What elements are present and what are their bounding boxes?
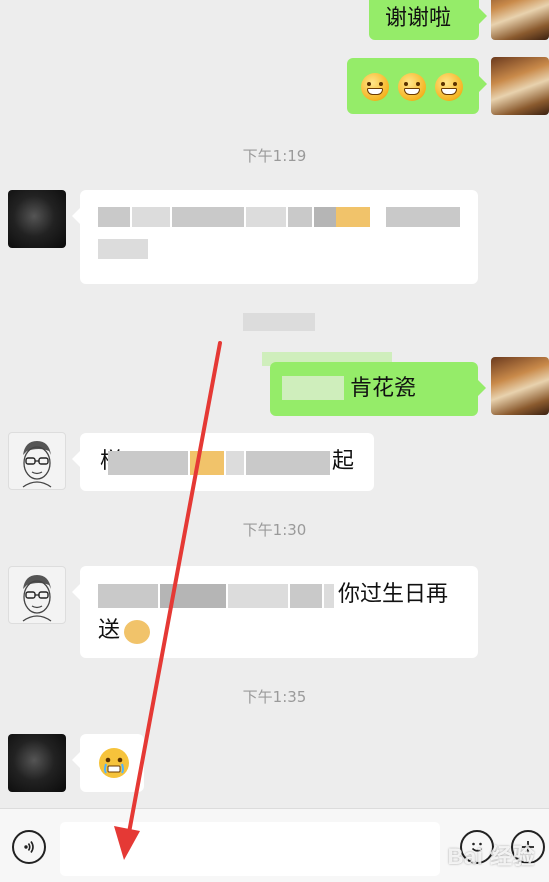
watermark: Bai 经验 — [447, 844, 535, 869]
redacted-text — [324, 584, 334, 608]
message-text: 你过生日再 — [338, 582, 449, 607]
message-bubble-incoming[interactable]: 样 起 — [72, 433, 374, 491]
redacted-text — [160, 584, 226, 608]
avatar[interactable] — [491, 357, 549, 415]
message-text: 谢谢啦 — [385, 6, 452, 31]
crying-face-icon — [99, 748, 129, 778]
redacted-text — [282, 376, 344, 400]
chat-screen: 谢谢啦 下午1:19 肯花瓷 起 下午1:30 你过生日再 送 下午1:35 B… — [0, 0, 549, 882]
input-bar: Bai 经验 — [0, 808, 549, 882]
avatar[interactable] — [8, 190, 66, 248]
redacted-text — [98, 207, 130, 227]
message-text: 起 — [332, 449, 355, 474]
message-text: 肯花瓷 — [350, 376, 417, 401]
grinning-face-icon — [398, 73, 426, 101]
message-text: 送 — [98, 618, 121, 643]
timestamp: 下午1:19 — [242, 147, 307, 165]
redacted-text — [246, 451, 330, 475]
redacted-text — [98, 239, 148, 259]
message-bubble-incoming[interactable] — [72, 190, 478, 284]
face-sketch-icon — [22, 441, 52, 488]
message-input[interactable] — [60, 822, 440, 876]
message-bubble-outgoing[interactable] — [347, 58, 487, 114]
redacted-text — [108, 451, 188, 475]
redacted-text — [226, 451, 244, 475]
grinning-face-icon — [435, 73, 463, 101]
redacted-text — [172, 207, 244, 227]
avatar[interactable] — [491, 57, 549, 115]
redacted-text — [124, 620, 150, 644]
grinning-face-icon — [361, 73, 389, 101]
redacted-text — [98, 584, 158, 608]
message-bubble-outgoing[interactable]: 谢谢啦 — [369, 0, 487, 40]
timestamp: 下午1:35 — [242, 688, 307, 706]
avatar[interactable] — [491, 0, 549, 40]
timestamp: 下午1:30 — [242, 521, 307, 539]
avatar[interactable] — [8, 432, 66, 490]
redacted-text — [336, 207, 370, 227]
voice-button[interactable] — [12, 830, 46, 864]
redacted-text — [314, 207, 336, 227]
redacted-text — [243, 313, 315, 331]
avatar[interactable] — [8, 734, 66, 792]
face-sketch-icon — [22, 575, 52, 622]
redacted-text — [132, 207, 170, 227]
redacted-text — [228, 584, 288, 608]
avatar[interactable] — [8, 566, 66, 624]
redacted-text — [190, 451, 224, 475]
message-bubble-incoming[interactable] — [72, 734, 144, 792]
redacted-text — [246, 207, 286, 227]
redacted-text — [288, 207, 312, 227]
message-bubble-incoming[interactable]: 你过生日再 送 — [72, 566, 478, 658]
redacted-text — [290, 584, 322, 608]
voice-icon — [24, 841, 34, 853]
redacted-text — [386, 207, 460, 227]
